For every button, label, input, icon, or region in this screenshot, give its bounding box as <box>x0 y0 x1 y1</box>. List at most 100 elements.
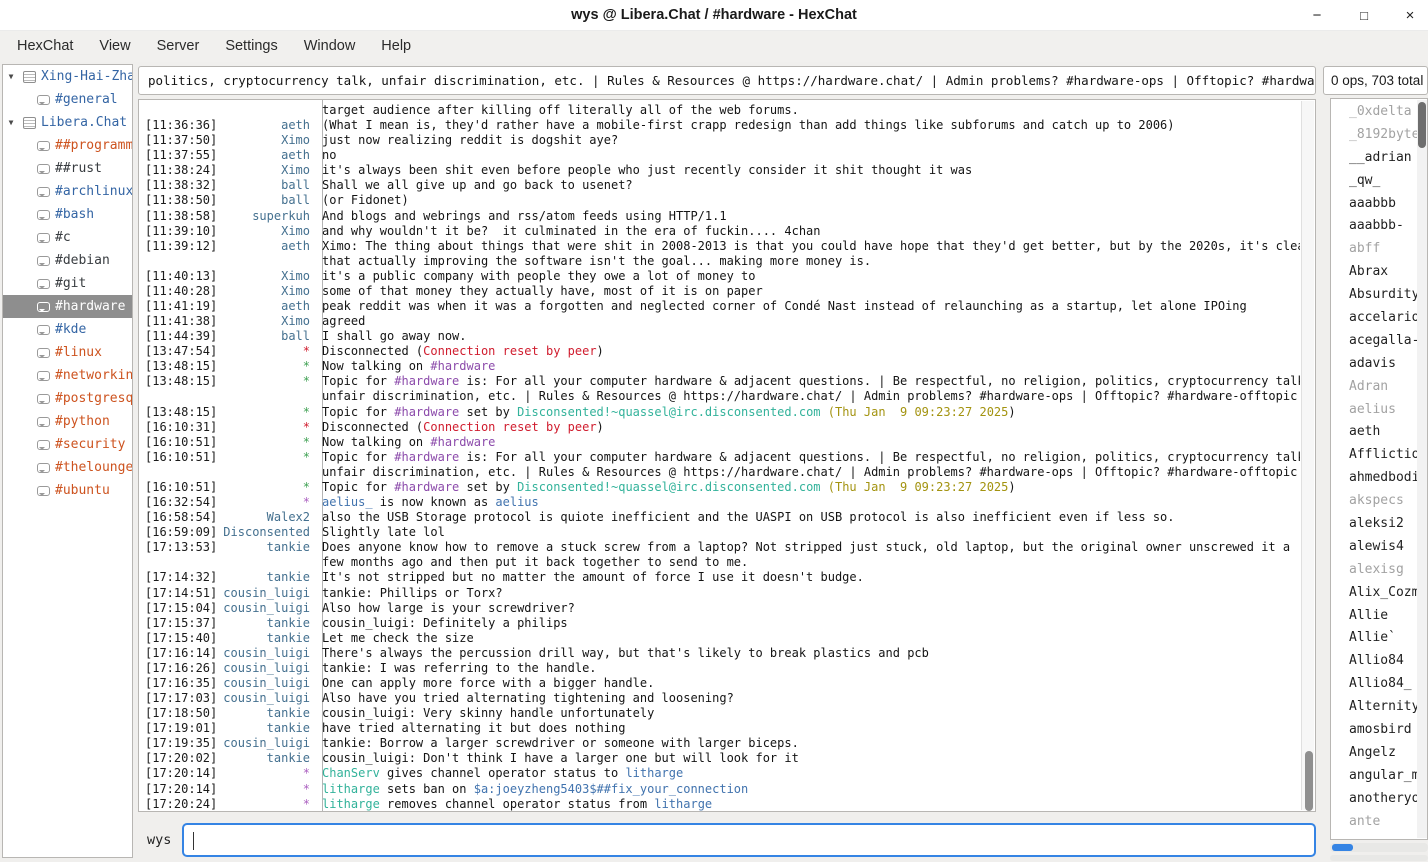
nick[interactable]: Walex2 <box>221 510 316 525</box>
tree-channel-debian[interactable]: #debian <box>3 249 132 272</box>
nick[interactable]: tankie <box>221 751 316 766</box>
user-list-item[interactable]: Affliction <box>1331 444 1417 467</box>
nick[interactable]: cousin_luigi <box>221 676 316 691</box>
user-list-item[interactable]: ante <box>1331 811 1417 834</box>
tree-channel-c[interactable]: #c <box>3 226 132 249</box>
nick[interactable]: aeth <box>221 118 316 133</box>
userlist-hscrollbar[interactable] <box>1330 843 1428 852</box>
message-input[interactable] <box>182 823 1316 857</box>
topic-input[interactable]: politics, cryptocurrency talk, unfair di… <box>138 66 1316 95</box>
userlist-scrollbar-thumb[interactable] <box>1418 102 1426 148</box>
nick[interactable]: tankie <box>221 706 316 721</box>
nick[interactable]: tankie <box>221 540 316 555</box>
tree-server-LiberaChat[interactable]: ▼Libera.Chat <box>3 111 132 134</box>
user-list-item[interactable]: acegalla- <box>1331 330 1417 353</box>
tree-channel-linux[interactable]: #linux <box>3 341 132 364</box>
menu-hexchat[interactable]: HexChat <box>4 31 86 62</box>
tree-channel-archlinux[interactable]: #archlinux <box>3 180 132 203</box>
nick[interactable]: aeth <box>221 148 316 163</box>
userlist-scrollbar[interactable] <box>1417 100 1427 838</box>
nick[interactable]: ball <box>221 329 316 344</box>
nick[interactable]: ball <box>221 193 316 208</box>
user-list-item[interactable]: aelius <box>1331 399 1417 422</box>
user-list-item[interactable]: ahmedbodi <box>1331 467 1417 490</box>
menu-help[interactable]: Help <box>368 31 424 62</box>
user-list-item[interactable]: amosbird <box>1331 719 1417 742</box>
user-list-item[interactable]: aleksi2 <box>1331 513 1417 536</box>
tree-channel-kde[interactable]: #kde <box>3 318 132 341</box>
menu-server[interactable]: Server <box>144 31 213 62</box>
nick[interactable]: Ximo <box>221 269 316 284</box>
nick[interactable]: tankie <box>221 721 316 736</box>
tree-channel-bash[interactable]: #bash <box>3 203 132 226</box>
tree-channel-security[interactable]: #security <box>3 433 132 456</box>
menu-window[interactable]: Window <box>291 31 369 62</box>
tree-channel-postgresql[interactable]: #postgresql <box>3 387 132 410</box>
nick[interactable]: cousin_luigi <box>221 646 316 661</box>
menu-settings[interactable]: Settings <box>212 31 290 62</box>
tree-server-XingHaiZhan[interactable]: ▼Xing-Hai-Zhan <box>3 65 132 88</box>
nick[interactable]: tankie <box>221 631 316 646</box>
nick[interactable]: cousin_luigi <box>221 586 316 601</box>
user-list-item[interactable]: _8192byte <box>1331 124 1417 147</box>
user-list-item[interactable]: abff <box>1331 238 1417 261</box>
expander-icon[interactable]: ▼ <box>3 118 19 127</box>
user-list-item[interactable]: Allio84_ <box>1331 673 1417 696</box>
user-list-item[interactable]: accelario <box>1331 307 1417 330</box>
nick[interactable]: tankie <box>221 570 316 585</box>
nick[interactable]: cousin_luigi <box>221 736 316 751</box>
user-list-item[interactable]: Allie` <box>1331 627 1417 650</box>
maximize-button[interactable]: □ <box>1349 0 1379 31</box>
tree-channel-programming[interactable]: ##programming <box>3 134 132 157</box>
nick[interactable]: Ximo <box>221 163 316 178</box>
tree-channel-rust[interactable]: ##rust <box>3 157 132 180</box>
userlist-hscrollbar-track2[interactable] <box>1330 855 1428 861</box>
nick[interactable]: Ximo <box>221 133 316 148</box>
nick[interactable]: aeth <box>221 239 316 254</box>
user-list-item[interactable]: aaabbb- <box>1331 215 1417 238</box>
tree-channel-general[interactable]: #general <box>3 88 132 111</box>
nick[interactable]: ball <box>221 178 316 193</box>
minimize-button[interactable]: − <box>1302 0 1332 31</box>
user-list-item[interactable]: alewis4 <box>1331 536 1417 559</box>
user-list-item[interactable]: angular_m <box>1331 765 1417 788</box>
user-list-item[interactable]: aeth <box>1331 421 1417 444</box>
user-list-item[interactable]: Alternity <box>1331 696 1417 719</box>
nick[interactable]: tankie <box>221 616 316 631</box>
nick[interactable]: Ximo <box>221 284 316 299</box>
tree-channel-python[interactable]: #python <box>3 410 132 433</box>
user-list-item[interactable]: adavis <box>1331 353 1417 376</box>
user-list-item[interactable]: Allie <box>1331 605 1417 628</box>
user-list-item[interactable]: _qw_ <box>1331 170 1417 193</box>
nick[interactable]: Disconsented <box>221 525 316 540</box>
user-list-item[interactable]: Absurdity <box>1331 284 1417 307</box>
nick[interactable]: Ximo <box>221 224 316 239</box>
chat-scrollbar-thumb[interactable] <box>1305 751 1313 811</box>
userlist-hscrollbar-thumb[interactable] <box>1332 844 1353 851</box>
expander-icon[interactable]: ▼ <box>3 72 19 81</box>
user-list-item[interactable]: Allio84 <box>1331 650 1417 673</box>
user-list-item[interactable]: alexisg <box>1331 559 1417 582</box>
nick[interactable]: aeth <box>221 299 316 314</box>
nick[interactable]: cousin_luigi <box>221 691 316 706</box>
tree-channel-git[interactable]: #git <box>3 272 132 295</box>
user-list-item[interactable]: anotheryo <box>1331 788 1417 811</box>
tree-channel-thelounge[interactable]: #thelounge <box>3 456 132 479</box>
nick[interactable]: cousin_luigi <box>221 601 316 616</box>
user-list-item[interactable]: aaabbb <box>1331 193 1417 216</box>
chat-scrollbar[interactable] <box>1301 101 1314 810</box>
user-list-item[interactable]: Angelz <box>1331 742 1417 765</box>
close-button[interactable]: × <box>1395 0 1425 31</box>
nick[interactable]: Ximo <box>221 314 316 329</box>
user-list-item[interactable]: _0xdelta <box>1331 101 1417 124</box>
user-list-item[interactable]: Adran <box>1331 376 1417 399</box>
nick[interactable]: cousin_luigi <box>221 661 316 676</box>
menu-view[interactable]: View <box>86 31 143 62</box>
tree-channel-ubuntu[interactable]: #ubuntu <box>3 479 132 502</box>
user-list-item[interactable]: Abrax <box>1331 261 1417 284</box>
user-list-item[interactable]: Alix_Cozm <box>1331 582 1417 605</box>
user-list-item[interactable]: __adrian <box>1331 147 1417 170</box>
tree-channel-networking[interactable]: #networking <box>3 364 132 387</box>
nick[interactable]: superkuh <box>221 209 316 224</box>
tree-channel-hardware[interactable]: #hardware <box>3 295 132 318</box>
